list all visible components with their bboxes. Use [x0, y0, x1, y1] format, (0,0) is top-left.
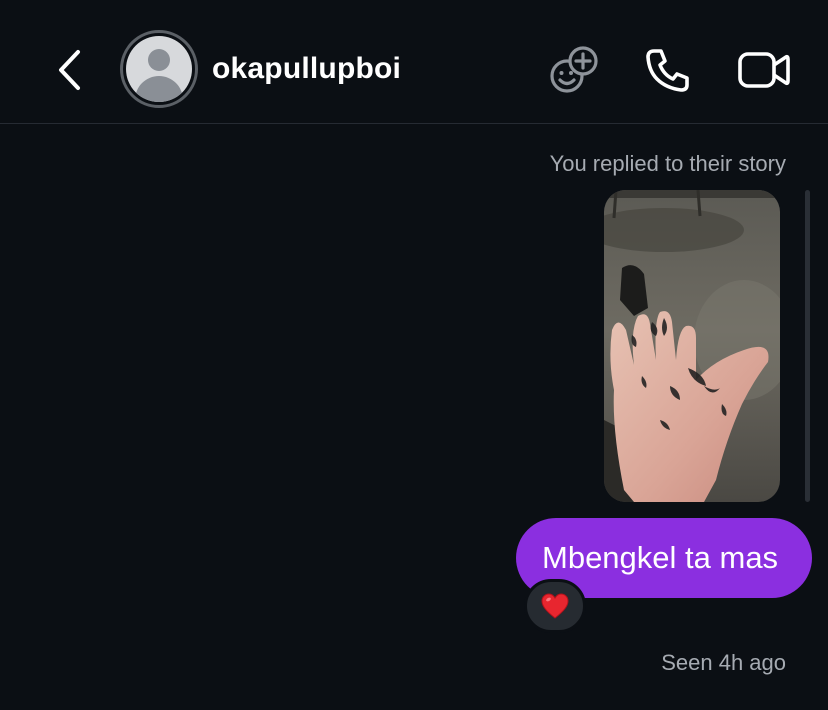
username[interactable]: okapullupboi	[212, 52, 401, 86]
message-thread: You replied to their story Mbengkel ta m…	[0, 125, 828, 710]
story-preview-image[interactable]	[604, 190, 780, 502]
back-button[interactable]	[48, 44, 92, 96]
seen-status: Seen 4h ago	[661, 650, 786, 675]
story-reply-label: You replied to their story	[549, 151, 786, 176]
face-plus-icon	[550, 46, 598, 93]
avatar-placeholder-icon	[126, 36, 192, 102]
video-camera-icon	[738, 52, 790, 88]
thread-header: okapullupboi	[0, 0, 828, 124]
message-reaction[interactable]	[524, 579, 586, 633]
scrollbar[interactable]	[805, 190, 810, 502]
chevron-left-icon	[59, 50, 80, 90]
phone-icon	[646, 49, 689, 92]
call-button[interactable]	[640, 42, 696, 98]
message-text: Mbengkel ta mas	[542, 540, 779, 575]
effects-button[interactable]	[546, 42, 602, 98]
dm-thread-screen: okapullupboi You replied to their story …	[0, 0, 828, 710]
profile-avatar[interactable]	[120, 30, 198, 108]
heart-icon	[541, 593, 569, 619]
video-call-button[interactable]	[736, 42, 792, 98]
